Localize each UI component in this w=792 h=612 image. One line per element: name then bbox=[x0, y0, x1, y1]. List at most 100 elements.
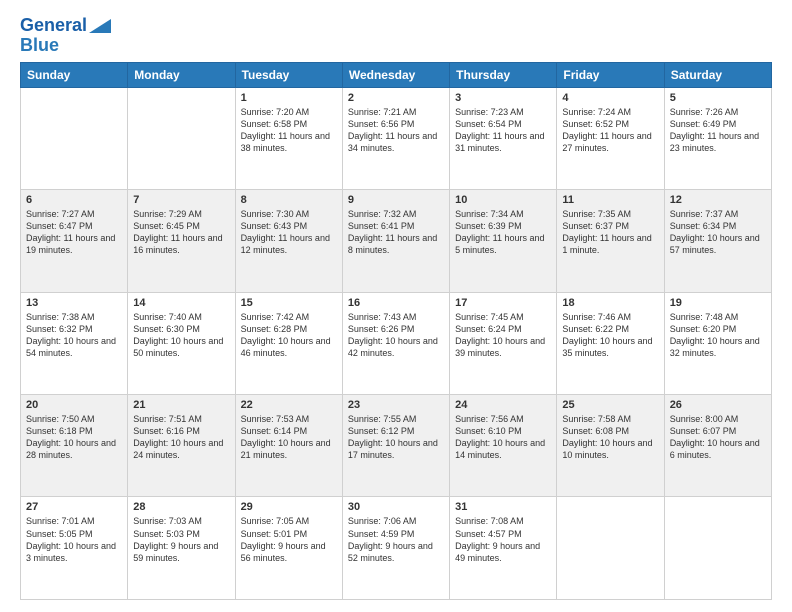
week-row: 20 Sunrise: 7:50 AM Sunset: 6:18 PM Dayli… bbox=[21, 395, 772, 497]
day-number: 21 bbox=[133, 399, 229, 411]
day-cell: 19 Sunrise: 7:48 AM Sunset: 6:20 PM Dayli… bbox=[664, 292, 771, 394]
header: General Blue bbox=[20, 16, 772, 56]
day-info: Sunrise: 7:30 AM Sunset: 6:43 PM Dayligh… bbox=[241, 208, 337, 257]
day-info: Sunrise: 7:38 AM Sunset: 6:32 PM Dayligh… bbox=[26, 311, 122, 360]
day-cell: 21 Sunrise: 7:51 AM Sunset: 6:16 PM Dayli… bbox=[128, 395, 235, 497]
day-info: Sunrise: 7:55 AM Sunset: 6:12 PM Dayligh… bbox=[348, 413, 444, 462]
day-info: Sunrise: 7:48 AM Sunset: 6:20 PM Dayligh… bbox=[670, 311, 766, 360]
day-number: 31 bbox=[455, 501, 551, 513]
day-number: 30 bbox=[348, 501, 444, 513]
day-number: 9 bbox=[348, 194, 444, 206]
day-cell: 20 Sunrise: 7:50 AM Sunset: 6:18 PM Dayli… bbox=[21, 395, 128, 497]
day-header: Monday bbox=[128, 62, 235, 87]
day-info: Sunrise: 7:56 AM Sunset: 6:10 PM Dayligh… bbox=[455, 413, 551, 462]
day-cell: 23 Sunrise: 7:55 AM Sunset: 6:12 PM Dayli… bbox=[342, 395, 449, 497]
logo-blue: Blue bbox=[20, 36, 59, 56]
day-info: Sunrise: 7:05 AM Sunset: 5:01 PM Dayligh… bbox=[241, 515, 337, 564]
day-cell: 17Sunrise: 7:45 AM Sunset: 6:24 PM Dayli… bbox=[450, 292, 557, 394]
day-info: Sunrise: 7:50 AM Sunset: 6:18 PM Dayligh… bbox=[26, 413, 122, 462]
day-info: Sunrise: 7:37 AM Sunset: 6:34 PM Dayligh… bbox=[670, 208, 766, 257]
day-info: Sunrise: 7:27 AM Sunset: 6:47 PM Dayligh… bbox=[26, 208, 122, 257]
day-info: Sunrise: 7:40 AM Sunset: 6:30 PM Dayligh… bbox=[133, 311, 229, 360]
day-info: Sunrise: 7:58 AM Sunset: 6:08 PM Dayligh… bbox=[562, 413, 658, 462]
day-info: Sunrise: 7:01 AM Sunset: 5:05 PM Dayligh… bbox=[26, 515, 122, 564]
header-row: SundayMondayTuesdayWednesdayThursdayFrid… bbox=[21, 62, 772, 87]
day-number: 23 bbox=[348, 399, 444, 411]
day-info: Sunrise: 8:00 AM Sunset: 6:07 PM Dayligh… bbox=[670, 413, 766, 462]
day-number: 18 bbox=[562, 297, 658, 309]
day-info: Sunrise: 7:42 AM Sunset: 6:28 PM Dayligh… bbox=[241, 311, 337, 360]
day-cell bbox=[21, 87, 128, 189]
day-cell: 26Sunrise: 8:00 AM Sunset: 6:07 PM Dayli… bbox=[664, 395, 771, 497]
day-cell: 3 Sunrise: 7:23 AM Sunset: 6:54 PM Daylig… bbox=[450, 87, 557, 189]
day-number: 8 bbox=[241, 194, 337, 206]
day-info: Sunrise: 7:03 AM Sunset: 5:03 PM Dayligh… bbox=[133, 515, 229, 564]
day-info: Sunrise: 7:32 AM Sunset: 6:41 PM Dayligh… bbox=[348, 208, 444, 257]
day-info: Sunrise: 7:51 AM Sunset: 6:16 PM Dayligh… bbox=[133, 413, 229, 462]
day-cell: 28 Sunrise: 7:03 AM Sunset: 5:03 PM Dayli… bbox=[128, 497, 235, 600]
day-number: 3 bbox=[455, 92, 551, 104]
day-cell: 22 Sunrise: 7:53 AM Sunset: 6:14 PM Dayli… bbox=[235, 395, 342, 497]
page: General Blue SundayMondayTuesdayWednesda… bbox=[0, 0, 792, 612]
day-cell: 5Sunrise: 7:26 AM Sunset: 6:49 PM Daylig… bbox=[664, 87, 771, 189]
day-number: 14 bbox=[133, 297, 229, 309]
day-header: Friday bbox=[557, 62, 664, 87]
day-cell: 16Sunrise: 7:43 AM Sunset: 6:26 PM Dayli… bbox=[342, 292, 449, 394]
day-info: Sunrise: 7:21 AM Sunset: 6:56 PM Dayligh… bbox=[348, 106, 444, 155]
day-number: 28 bbox=[133, 501, 229, 513]
day-number: 27 bbox=[26, 501, 122, 513]
day-number: 19 bbox=[670, 297, 766, 309]
day-cell: 12Sunrise: 7:37 AM Sunset: 6:34 PM Dayli… bbox=[664, 190, 771, 292]
day-cell: 11 Sunrise: 7:35 AM Sunset: 6:37 PM Dayli… bbox=[557, 190, 664, 292]
day-cell: 31Sunrise: 7:08 AM Sunset: 4:57 PM Dayli… bbox=[450, 497, 557, 600]
day-header: Saturday bbox=[664, 62, 771, 87]
day-cell: 9 Sunrise: 7:32 AM Sunset: 6:41 PM Daylig… bbox=[342, 190, 449, 292]
day-info: Sunrise: 7:46 AM Sunset: 6:22 PM Dayligh… bbox=[562, 311, 658, 360]
day-info: Sunrise: 7:53 AM Sunset: 6:14 PM Dayligh… bbox=[241, 413, 337, 462]
day-number: 22 bbox=[241, 399, 337, 411]
day-header: Wednesday bbox=[342, 62, 449, 87]
day-cell: 13 Sunrise: 7:38 AM Sunset: 6:32 PM Dayli… bbox=[21, 292, 128, 394]
day-number: 1 bbox=[241, 92, 337, 104]
logo-text: General bbox=[20, 16, 87, 36]
day-number: 20 bbox=[26, 399, 122, 411]
day-header: Tuesday bbox=[235, 62, 342, 87]
day-info: Sunrise: 7:23 AM Sunset: 6:54 PM Dayligh… bbox=[455, 106, 551, 155]
day-info: Sunrise: 7:20 AM Sunset: 6:58 PM Dayligh… bbox=[241, 106, 337, 155]
day-cell: 25 Sunrise: 7:58 AM Sunset: 6:08 PM Dayli… bbox=[557, 395, 664, 497]
day-number: 17 bbox=[455, 297, 551, 309]
day-number: 24 bbox=[455, 399, 551, 411]
day-info: Sunrise: 7:35 AM Sunset: 6:37 PM Dayligh… bbox=[562, 208, 658, 257]
day-number: 11 bbox=[562, 194, 658, 206]
day-number: 10 bbox=[455, 194, 551, 206]
day-cell: 10 Sunrise: 7:34 AM Sunset: 6:39 PM Dayli… bbox=[450, 190, 557, 292]
day-number: 7 bbox=[133, 194, 229, 206]
day-cell: 2 Sunrise: 7:21 AM Sunset: 6:56 PM Daylig… bbox=[342, 87, 449, 189]
calendar-table: SundayMondayTuesdayWednesdayThursdayFrid… bbox=[20, 62, 772, 600]
day-number: 29 bbox=[241, 501, 337, 513]
day-info: Sunrise: 7:06 AM Sunset: 4:59 PM Dayligh… bbox=[348, 515, 444, 564]
week-row: 27 Sunrise: 7:01 AM Sunset: 5:05 PM Dayli… bbox=[21, 497, 772, 600]
day-cell: 1 Sunrise: 7:20 AM Sunset: 6:58 PM Daylig… bbox=[235, 87, 342, 189]
day-number: 5 bbox=[670, 92, 766, 104]
day-number: 13 bbox=[26, 297, 122, 309]
day-info: Sunrise: 7:24 AM Sunset: 6:52 PM Dayligh… bbox=[562, 106, 658, 155]
day-info: Sunrise: 7:34 AM Sunset: 6:39 PM Dayligh… bbox=[455, 208, 551, 257]
day-cell: 29 Sunrise: 7:05 AM Sunset: 5:01 PM Dayli… bbox=[235, 497, 342, 600]
week-row: 1 Sunrise: 7:20 AM Sunset: 6:58 PM Daylig… bbox=[21, 87, 772, 189]
logo: General Blue bbox=[20, 16, 111, 56]
day-number: 15 bbox=[241, 297, 337, 309]
day-cell: 27 Sunrise: 7:01 AM Sunset: 5:05 PM Dayli… bbox=[21, 497, 128, 600]
day-number: 25 bbox=[562, 399, 658, 411]
day-number: 2 bbox=[348, 92, 444, 104]
day-cell bbox=[128, 87, 235, 189]
logo-icon bbox=[89, 19, 111, 33]
day-number: 4 bbox=[562, 92, 658, 104]
week-row: 6 Sunrise: 7:27 AM Sunset: 6:47 PM Daylig… bbox=[21, 190, 772, 292]
day-number: 16 bbox=[348, 297, 444, 309]
day-cell: 14 Sunrise: 7:40 AM Sunset: 6:30 PM Dayli… bbox=[128, 292, 235, 394]
logo-general: General bbox=[20, 15, 87, 35]
day-cell bbox=[664, 497, 771, 600]
day-cell: 15 Sunrise: 7:42 AM Sunset: 6:28 PM Dayli… bbox=[235, 292, 342, 394]
day-number: 6 bbox=[26, 194, 122, 206]
